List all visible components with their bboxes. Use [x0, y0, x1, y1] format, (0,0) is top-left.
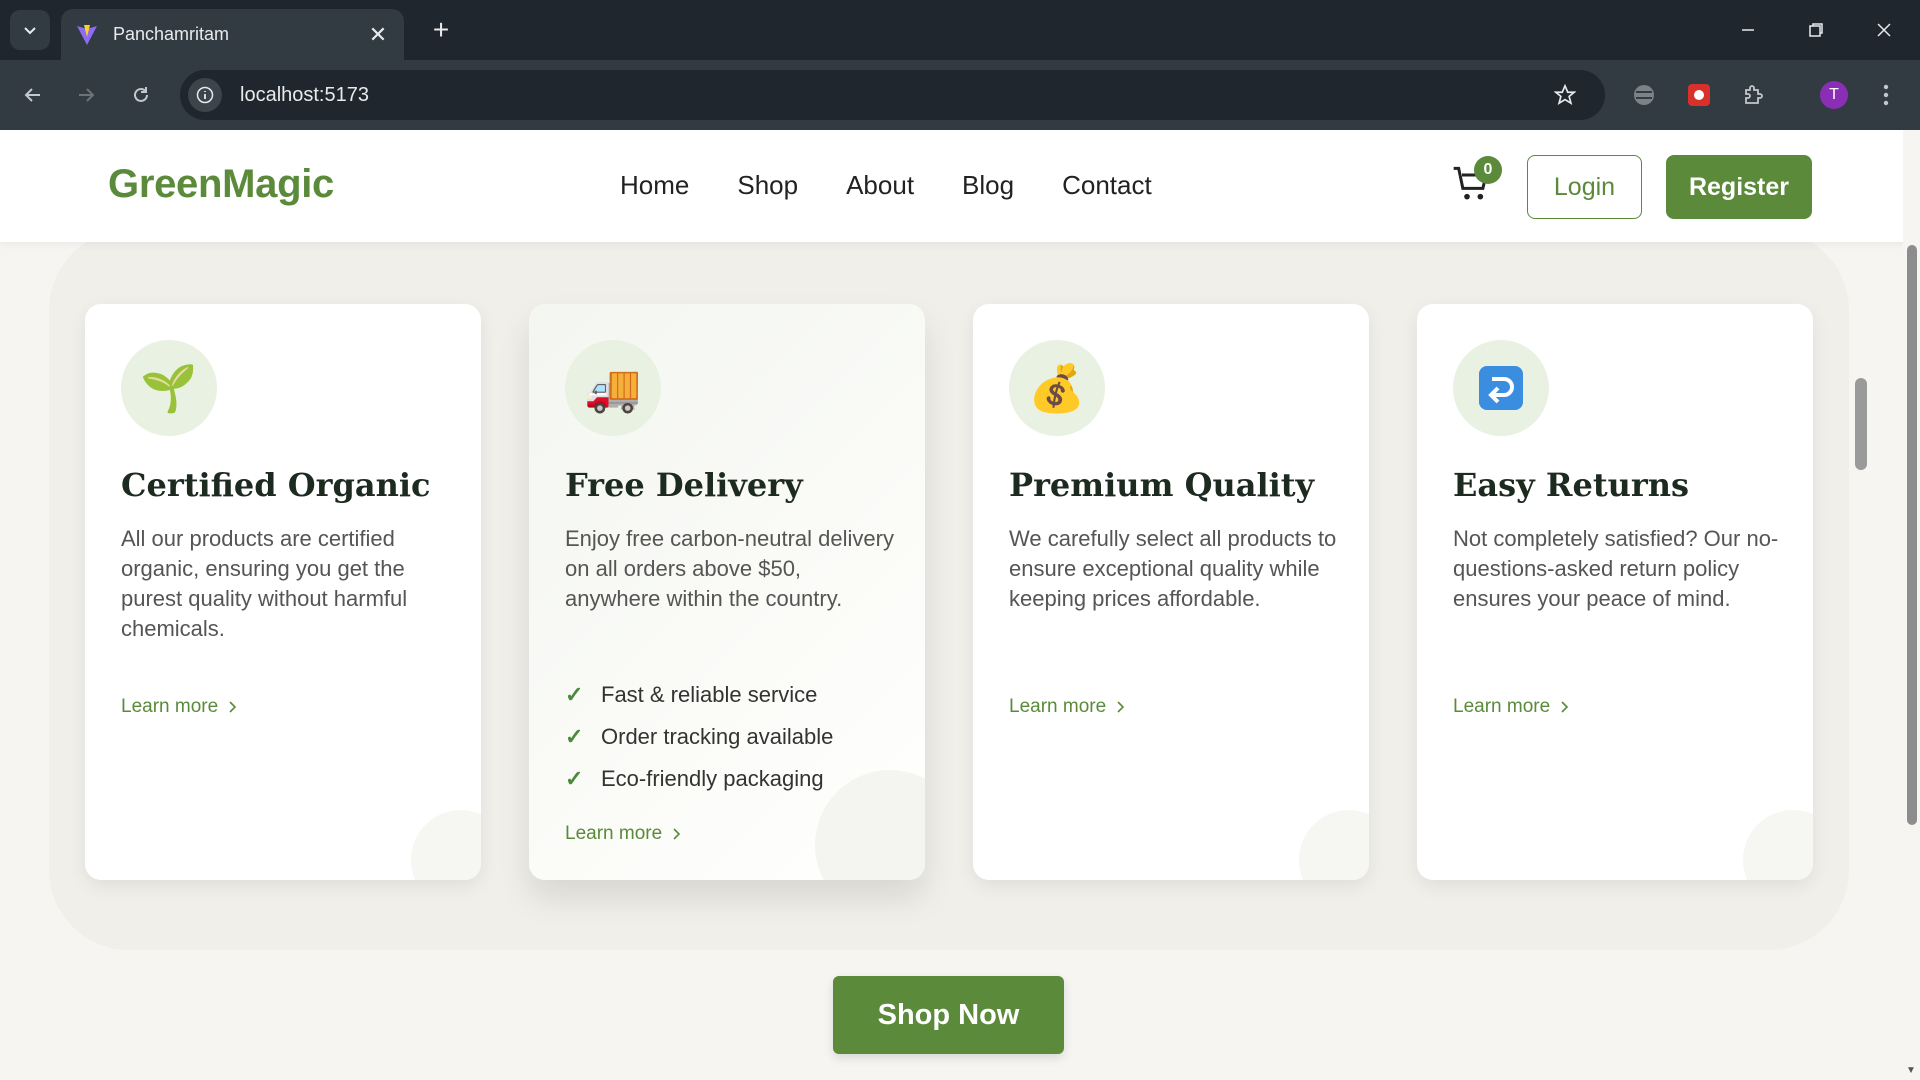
feature-card-organic: 🌱 Certified Organic All our products are… — [85, 304, 481, 880]
chevron-right-icon — [673, 828, 681, 840]
card-corner-decoration — [1743, 810, 1813, 880]
card-title: Easy Returns — [1453, 466, 1690, 504]
learn-more-link[interactable]: Learn more — [565, 823, 682, 845]
list-item: ✓ Order tracking available — [565, 716, 833, 758]
card-description: Not completely satisfied? Our no-questio… — [1453, 526, 1779, 611]
check-icon: ✓ — [565, 766, 584, 791]
extension-globe-icon — [1634, 85, 1654, 105]
minimize-button[interactable] — [1728, 12, 1768, 48]
browser-menu-button[interactable] — [1866, 75, 1906, 115]
delivery-truck-icon: 🚚 — [565, 340, 661, 436]
info-icon — [196, 86, 214, 104]
feature-card-returns: Easy Returns Not completely satisfied? O… — [1417, 304, 1813, 880]
page-viewport: GreenMagic Home Shop About Blog Contact … — [0, 130, 1920, 1080]
card-corner-decoration — [1299, 810, 1369, 880]
address-bar[interactable]: localhost:5173 — [180, 70, 1605, 120]
profile-avatar[interactable]: T — [1820, 81, 1848, 109]
tab-search-button[interactable] — [10, 10, 50, 50]
scroll-down-arrow-icon[interactable]: ▼ — [1906, 1065, 1916, 1076]
chevron-right-icon — [1561, 701, 1569, 713]
seedling-icon: 🌱 — [121, 340, 217, 436]
extensions-button[interactable] — [1734, 75, 1774, 115]
minimize-icon — [1742, 29, 1754, 31]
chevron-down-icon — [24, 27, 36, 35]
card-description: All our products are certified organic, … — [121, 526, 408, 641]
tab-close-icon[interactable]: ✕ — [366, 22, 390, 48]
card-description: Enjoy free carbon-neutral delivery on al… — [565, 526, 894, 611]
learn-more-link[interactable]: Learn more — [1009, 696, 1126, 718]
extension-1-icon[interactable] — [1624, 75, 1664, 115]
inner-scroll-indicator[interactable] — [1855, 378, 1867, 470]
browser-tab[interactable]: Panchamritam ✕ — [61, 9, 404, 60]
back-button[interactable] — [13, 75, 53, 115]
nav-home[interactable]: Home — [620, 170, 689, 201]
new-tab-button[interactable]: + — [425, 14, 457, 46]
restore-icon — [1809, 23, 1823, 37]
return-arrow-icon — [1453, 340, 1549, 436]
card-title: Free Delivery — [565, 466, 803, 504]
browser-tab-bar: Panchamritam ✕ + — [0, 0, 1920, 60]
page-scrollbar[interactable]: ▼ — [1903, 130, 1920, 1080]
nav-about[interactable]: About — [846, 170, 914, 201]
learn-more-label: Learn more — [121, 696, 219, 717]
nav-blog[interactable]: Blog — [962, 170, 1014, 201]
browser-toolbar: localhost:5173 — [0, 60, 1920, 130]
cart-count-badge: 0 — [1474, 156, 1502, 184]
close-icon — [1877, 23, 1891, 37]
arrow-left-icon — [24, 88, 40, 102]
learn-more-link[interactable]: Learn more — [1453, 696, 1570, 718]
feature-card-delivery: 🚚 Free Delivery Enjoy free carbon-neutra… — [529, 304, 925, 880]
learn-more-label: Learn more — [1453, 696, 1551, 717]
list-item: ✓ Fast & reliable service — [565, 674, 833, 716]
feature-text: Order tracking available — [601, 724, 834, 749]
arrow-right-icon — [79, 88, 95, 102]
card-title: Certified Organic — [121, 466, 431, 504]
feature-list: ✓ Fast & reliable service ✓ Order tracking… — [565, 674, 833, 800]
puzzle-icon — [1745, 85, 1763, 104]
learn-more-label: Learn more — [565, 823, 663, 844]
feature-text: Fast & reliable service — [601, 682, 818, 707]
star-icon — [1554, 84, 1576, 106]
bookmark-star-icon[interactable] — [1545, 75, 1585, 115]
check-icon: ✓ — [565, 682, 584, 707]
restore-button[interactable] — [1796, 12, 1836, 48]
main-nav: Home Shop About Blog Contact — [620, 170, 1152, 201]
card-title: Premium Quality — [1009, 466, 1315, 504]
tab-title: Panchamritam — [113, 24, 230, 44]
login-button[interactable]: Login — [1527, 155, 1642, 219]
close-window-button[interactable] — [1864, 12, 1904, 48]
nav-shop[interactable]: Shop — [737, 170, 798, 201]
nav-contact[interactable]: Contact — [1062, 170, 1152, 201]
chevron-right-icon — [1117, 701, 1125, 713]
shop-now-button[interactable]: Shop Now — [833, 976, 1064, 1054]
feature-card-quality: 💰 Premium Quality We carefully select al… — [973, 304, 1369, 880]
site-header: GreenMagic Home Shop About Blog Contact … — [0, 130, 1920, 242]
chevron-right-icon — [229, 701, 237, 713]
money-bag-icon: 💰 — [1009, 340, 1105, 436]
url-text[interactable]: localhost:5173 — [240, 84, 1545, 107]
reload-button[interactable] — [121, 75, 161, 115]
list-item: ✓ Eco-friendly packaging — [565, 758, 833, 800]
site-logo[interactable]: GreenMagic — [108, 162, 334, 207]
site-info-icon[interactable] — [188, 78, 222, 112]
register-button[interactable]: Register — [1666, 155, 1812, 219]
card-description: We carefully select all products to ensu… — [1009, 526, 1337, 611]
scrollbar-thumb[interactable] — [1907, 245, 1917, 825]
card-corner-decoration — [411, 810, 481, 880]
check-icon: ✓ — [565, 724, 584, 749]
kebab-menu-icon — [1883, 84, 1889, 106]
extension-red-icon — [1688, 84, 1710, 106]
extension-2-icon[interactable] — [1679, 75, 1719, 115]
return-arrow-svg — [1479, 366, 1523, 410]
reload-icon — [134, 87, 148, 102]
forward-button[interactable] — [66, 75, 106, 115]
vite-favicon-icon — [77, 24, 97, 45]
feature-text: Eco-friendly packaging — [601, 766, 824, 791]
learn-more-link[interactable]: Learn more — [121, 696, 238, 718]
learn-more-label: Learn more — [1009, 696, 1107, 717]
